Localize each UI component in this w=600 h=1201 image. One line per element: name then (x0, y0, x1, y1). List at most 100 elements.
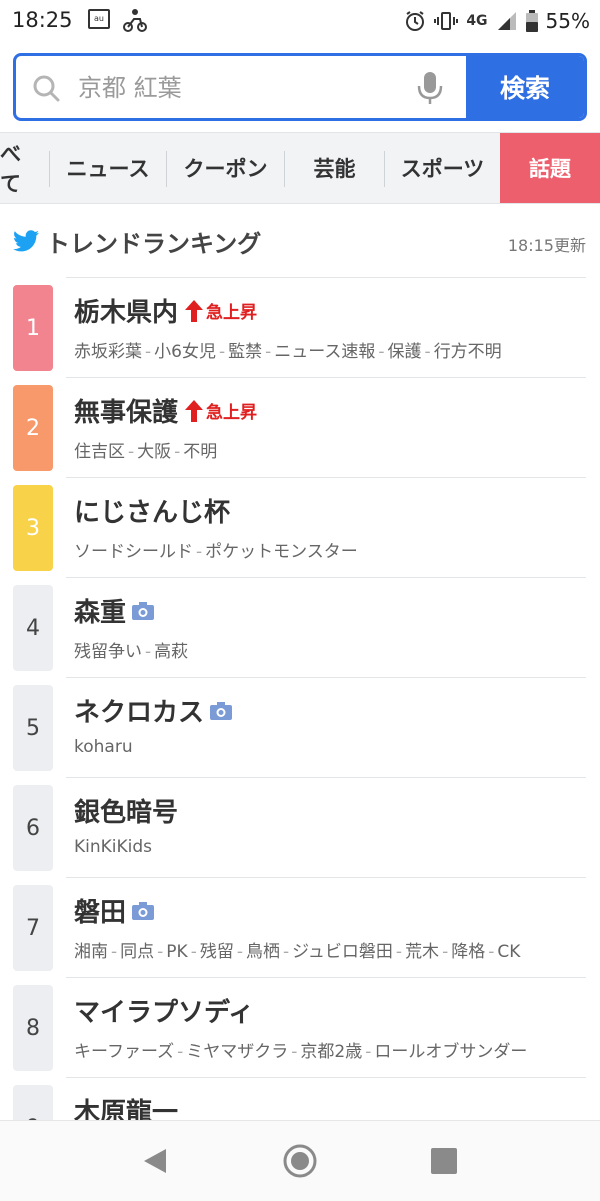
alarm-icon (406, 11, 425, 31)
home-icon[interactable] (282, 1143, 318, 1179)
tag-link[interactable]: ニュース速報 (274, 342, 375, 362)
related-tags: ソードシールド - ポケットモンスター (74, 537, 358, 562)
tag-link[interactable]: CK (497, 942, 520, 962)
rank-badge: 3 (13, 485, 53, 571)
rank-badge: 4 (13, 585, 53, 671)
list-item[interactable]: 7 磐田 湘南 - 同点 - PK - 残留 - 鳥栖 - ジュビロ磐田 - 荒木 - 降格 - CK (0, 878, 600, 978)
camera-icon (132, 601, 155, 620)
tag-link[interactable]: 残留 (200, 942, 234, 962)
tab-sports[interactable]: スポーツ (385, 133, 500, 203)
tag-separator: - (177, 1042, 184, 1062)
tag-link[interactable]: ソードシールド (74, 542, 193, 562)
related-tags: 湘南 - 同点 - PK - 残留 - 鳥栖 - ジュビロ磐田 - 荒木 - 降格 - CK (74, 937, 520, 962)
trend-ranking-header: トレンドランキング 18:15更新 (0, 220, 600, 264)
surge-label: 急上昇 (206, 403, 258, 423)
related-tags: KinKiKids (74, 837, 152, 857)
tag-separator: - (190, 942, 197, 962)
tag-separator: - (395, 942, 403, 962)
tag-link[interactable]: 赤坂彩葉 (74, 342, 142, 362)
tag-separator: - (442, 942, 449, 962)
tab-coupon[interactable]: クーポン (167, 133, 284, 203)
rank-badge: 1 (13, 285, 53, 371)
tag-link[interactable]: 住吉区 (74, 442, 125, 462)
search-input[interactable] (78, 68, 408, 108)
tag-link[interactable]: 鳥栖 (246, 942, 280, 962)
up-arrow-icon (185, 399, 204, 422)
trend-title[interactable]: マイラプソディ (74, 992, 254, 1029)
tag-link[interactable]: ポケットモンスター (205, 542, 358, 562)
surge-label: 急上昇 (206, 303, 258, 323)
tag-link[interactable]: 保護 (388, 342, 422, 362)
tag-separator: - (174, 442, 181, 462)
tag-separator: - (157, 942, 164, 962)
tag-link[interactable]: 残留争い (74, 642, 142, 662)
trend-title[interactable]: 無事保護 (74, 392, 178, 429)
tag-link[interactable]: 京都2歳 (300, 1042, 362, 1062)
battery-percent: 55% (545, 9, 590, 33)
tag-separator: - (365, 1042, 372, 1062)
tag-link[interactable]: 不明 (183, 442, 217, 462)
vibrate-icon (434, 12, 459, 30)
search-bar: 検索 (13, 53, 587, 121)
tag-separator: - (424, 342, 431, 362)
tag-separator: - (265, 342, 272, 362)
tag-link[interactable]: キーファーズ (74, 1042, 174, 1062)
related-tags: koharu (74, 737, 133, 757)
trend-title[interactable]: にじさんじ杯 (74, 492, 230, 529)
list-item[interactable]: 4 森重 残留争い - 高萩 (0, 578, 600, 678)
tag-separator: - (196, 542, 203, 562)
camera-icon (210, 701, 233, 720)
trend-title[interactable]: 銀色暗号 (74, 792, 178, 829)
tag-link[interactable]: 監禁 (228, 342, 262, 362)
microphone-icon[interactable] (416, 70, 444, 106)
search-button[interactable]: 検索 (466, 56, 584, 118)
tag-separator: - (218, 342, 226, 362)
rank-badge: 8 (13, 985, 53, 1071)
list-item[interactable]: 5 ネクロカス koharu (0, 678, 600, 778)
up-arrow-icon (185, 299, 204, 322)
surge-badge: 急上昇 (184, 398, 257, 423)
tab-all[interactable]: べて (0, 133, 48, 203)
list-item[interactable]: 1 栃木県内 急上昇 赤坂彩葉 - 小6女児 - 監禁 - ニュース速報 - 保護 - 行方不明 (0, 278, 600, 378)
battery-icon (525, 10, 538, 32)
tag-link[interactable]: 荒木 (405, 942, 439, 962)
trend-title[interactable]: 森重 (74, 592, 126, 629)
tag-separator: - (291, 1042, 298, 1062)
surge-badge: 急上昇 (184, 298, 257, 323)
tag-link[interactable]: 降格 (451, 942, 485, 962)
tag-link[interactable]: ロールオブサンダー (374, 1042, 527, 1062)
list-item[interactable]: 6 銀色暗号 KinKiKids (0, 778, 600, 878)
tag-link[interactable]: KinKiKids (74, 837, 152, 857)
list-item[interactable]: 3 にじさんじ杯ソードシールド - ポケットモンスター (0, 478, 600, 578)
recent-apps-icon[interactable] (431, 1148, 457, 1174)
trend-title[interactable]: ネクロカス (74, 692, 204, 729)
tag-separator: - (111, 942, 118, 962)
tag-separator: - (488, 942, 495, 962)
rank-badge: 6 (13, 785, 53, 871)
tag-link[interactable]: 湘南 (74, 942, 108, 962)
tag-link[interactable]: 行方不明 (434, 342, 502, 362)
tag-link[interactable]: PK (166, 942, 187, 962)
tab-entertainment[interactable]: 芸能 (285, 133, 384, 203)
trend-title[interactable]: 栃木県内 (74, 292, 178, 329)
tab-news[interactable]: ニュース (50, 133, 166, 203)
tag-link[interactable]: 大阪 (137, 442, 171, 462)
list-item[interactable]: 2 無事保護 急上昇 住吉区 - 大阪 - 不明 (0, 378, 600, 478)
network-type: 4G (466, 13, 488, 29)
tag-link[interactable]: ミヤマザクラ (186, 1042, 288, 1062)
related-tags: 赤坂彩葉 - 小6女児 - 監禁 - ニュース速報 - 保護 - 行方不明 (74, 337, 502, 362)
tag-link[interactable]: koharu (74, 737, 133, 757)
tag-link[interactable]: 同点 (120, 942, 154, 962)
tag-separator: - (128, 442, 135, 462)
back-icon[interactable] (142, 1147, 168, 1175)
tag-link[interactable]: 小6女児 (154, 342, 216, 362)
tab-topics[interactable]: 話題 (500, 133, 600, 203)
search-icon (33, 75, 60, 102)
tag-link[interactable]: ジュビロ磐田 (292, 942, 393, 962)
rank-badge: 2 (13, 385, 53, 471)
trend-title[interactable]: 磐田 (74, 892, 126, 929)
tag-link[interactable]: 高萩 (154, 642, 188, 662)
list-item[interactable]: 8 マイラプソディ キーファーズ - ミヤマザクラ - 京都2歳 - ロールオブサンダー (0, 978, 600, 1078)
rank-badge: 5 (13, 685, 53, 771)
section-title: トレンドランキング (46, 230, 262, 258)
